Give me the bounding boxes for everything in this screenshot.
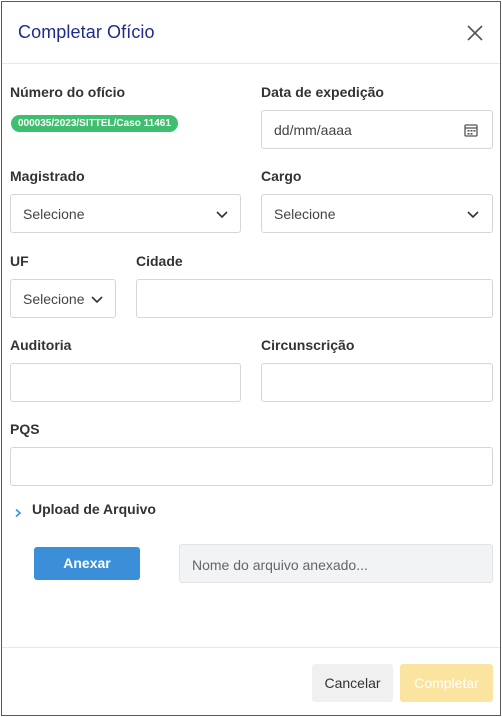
uf-value: Selecione <box>23 291 85 307</box>
cancel-button[interactable]: Cancelar <box>312 664 393 702</box>
magistrado-select[interactable]: Selecione <box>10 194 241 233</box>
data-expedicao-label: Data de expedição <box>261 84 384 100</box>
modal-header: Completar Ofício <box>2 2 500 64</box>
magistrado-label: Magistrado <box>10 168 85 184</box>
chevron-down-icon <box>466 208 480 220</box>
pqs-label: PQS <box>10 421 40 437</box>
magistrado-value: Selecione <box>23 206 85 222</box>
cidade-input[interactable] <box>136 279 493 318</box>
close-icon[interactable] <box>464 22 486 44</box>
filename-placeholder: Nome do arquivo anexado... <box>192 557 368 573</box>
circunscricao-input[interactable] <box>261 363 493 402</box>
calendar-icon[interactable] <box>464 123 478 137</box>
upload-toggle-label: Upload de Arquivo <box>32 501 156 517</box>
chevron-right-icon <box>14 505 22 518</box>
modal-title: Completar Ofício <box>18 22 155 42</box>
auditoria-label: Auditoria <box>10 337 72 353</box>
cargo-label: Cargo <box>261 168 302 184</box>
attach-button[interactable]: Anexar <box>34 547 140 580</box>
oficio-number-badge: 000035/2023/SITTEL/Caso 11461 <box>11 115 178 132</box>
chevron-down-icon <box>90 293 104 305</box>
numero-oficio-label: Número do ofício <box>10 84 126 100</box>
uf-select[interactable]: Selecione <box>10 279 116 318</box>
complete-oficio-modal: Completar Ofício Número do ofício 000035… <box>1 1 501 716</box>
cargo-select[interactable]: Selecione <box>261 194 493 233</box>
cidade-label: Cidade <box>136 253 183 269</box>
chevron-down-icon <box>215 208 229 220</box>
attached-filename-field: Nome do arquivo anexado... <box>179 544 493 583</box>
uf-label: UF <box>10 253 29 269</box>
modal-footer-divider <box>2 647 500 648</box>
auditoria-input[interactable] <box>10 363 241 402</box>
data-expedicao-input[interactable]: dd/mm/aaaa <box>261 110 493 149</box>
date-placeholder: dd/mm/aaaa <box>274 122 352 138</box>
circunscricao-label: Circunscrição <box>261 337 355 353</box>
complete-button[interactable]: Completar <box>400 664 493 702</box>
pqs-input[interactable] <box>10 447 493 486</box>
cargo-value: Selecione <box>274 206 336 222</box>
